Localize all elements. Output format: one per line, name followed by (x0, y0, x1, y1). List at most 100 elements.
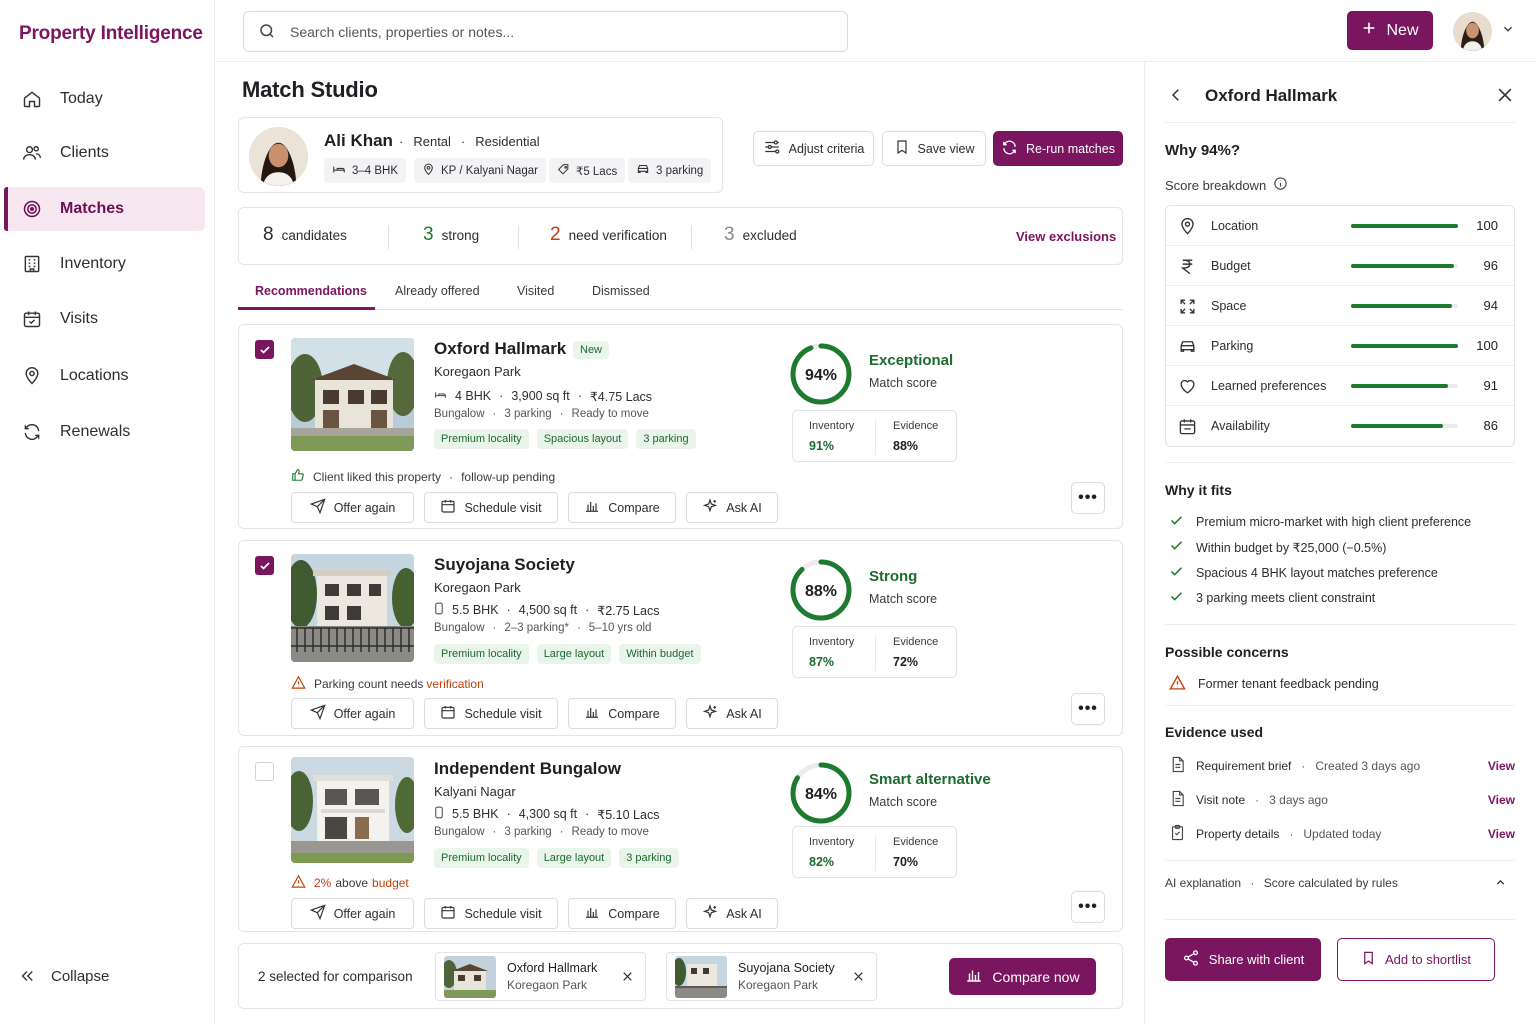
more-options-button[interactable]: ••• (1071, 891, 1105, 923)
tab-already-offered[interactable]: Already offered (395, 284, 480, 298)
sidebar-item-inventory[interactable]: Inventory (4, 242, 205, 286)
sidebar-item-matches[interactable]: Matches (4, 187, 205, 231)
calendar-icon (1178, 417, 1197, 436)
dot-separator: · (506, 603, 511, 617)
evidence-label: Evidence (893, 836, 939, 848)
match-score-sublabel: Match score (869, 592, 938, 606)
brand-logo[interactable]: Property Intelligence (19, 23, 203, 45)
score-details: Inventory 91% Evidence 88% (792, 410, 957, 462)
refresh-icon (21, 421, 43, 443)
share-icon (1182, 949, 1200, 970)
save-view-button[interactable]: Save view (882, 131, 986, 166)
select-checkbox[interactable] (255, 556, 274, 575)
property-photo[interactable] (291, 338, 414, 451)
offer-again-button[interactable]: Offer again (291, 492, 414, 523)
comparison-thumbnail (675, 956, 727, 998)
tab-visited[interactable]: Visited (517, 284, 554, 298)
double-chevron-left-icon (18, 966, 38, 986)
back-icon[interactable] (1167, 86, 1185, 109)
calendar-icon (440, 704, 456, 723)
offer-again-button[interactable]: Offer again (291, 698, 414, 729)
card-actions: Offer again Schedule visit Compare Ask A… (291, 492, 778, 523)
property-note: Client liked this property · follow-up pe… (291, 468, 555, 485)
match-card: Independent Bungalow Kalyani Nagar 5.5 B… (238, 746, 1123, 932)
compare-button[interactable]: Compare (568, 492, 676, 523)
compare-icon (584, 498, 600, 517)
ask-ai-button[interactable]: Ask AI (686, 698, 778, 729)
compare-button[interactable]: Compare (568, 698, 676, 729)
user-avatar[interactable] (1453, 12, 1492, 51)
add-to-shortlist-button[interactable]: Add to shortlist (1337, 938, 1495, 981)
tag: Large layout (536, 644, 612, 664)
view-link[interactable]: View (1488, 793, 1515, 807)
comparison-item-name: Suyojana Society (738, 961, 835, 975)
close-icon[interactable] (1495, 85, 1515, 110)
evidence-value: 88% (893, 439, 919, 453)
detail-kind: Bungalow (434, 622, 485, 634)
dot-separator: · (577, 389, 582, 403)
dot-separator: · (399, 134, 404, 149)
property-photo[interactable] (291, 554, 414, 662)
score-label: Parking (1211, 339, 1254, 353)
stat-excluded: 3 excluded (724, 224, 797, 246)
chip-parking: 3 parking (628, 158, 712, 183)
property-name[interactable]: Oxford Hallmark (434, 339, 566, 359)
rerun-matches-button[interactable]: Re-run matches (993, 131, 1123, 166)
new-button[interactable]: New (1347, 11, 1433, 50)
sidebar-item-today[interactable]: Today (4, 77, 205, 121)
schedule-visit-button[interactable]: Schedule visit (424, 492, 558, 523)
schedule-visit-button[interactable]: Schedule visit (424, 698, 558, 729)
collapse-button[interactable]: Collapse (18, 966, 109, 986)
view-link[interactable]: View (1488, 759, 1515, 773)
select-checkbox[interactable] (255, 340, 274, 359)
view-exclusions-link[interactable]: View exclusions (1016, 229, 1116, 244)
view-link[interactable]: View (1488, 827, 1515, 841)
home-icon (21, 88, 43, 110)
sidebar-item-renewals[interactable]: Renewals (4, 410, 205, 454)
adjust-criteria-button[interactable]: Adjust criteria (753, 131, 874, 166)
sidebar-item-label: Locations (60, 367, 129, 384)
action-label: Offer again (333, 500, 396, 515)
property-name[interactable]: Independent Bungalow (434, 759, 621, 779)
tab-recommendations[interactable]: Recommendations (255, 284, 367, 298)
ask-ai-button[interactable]: Ask AI (686, 898, 778, 929)
search-icon (258, 22, 278, 42)
property-details: Bungalow · 3 parking · Ready to move (434, 826, 649, 838)
ai-explanation-toggle[interactable]: AI explanation · Score calculated by rul… (1165, 876, 1515, 890)
evidence-meta: Created 3 days ago (1315, 759, 1421, 773)
sidebar-item-locations[interactable]: Locations (4, 354, 205, 398)
dot-separator: · (1255, 793, 1260, 807)
compare-button[interactable]: Compare (568, 898, 676, 929)
select-checkbox[interactable] (255, 762, 274, 781)
offer-again-button[interactable]: Offer again (291, 898, 414, 929)
close-icon[interactable] (852, 970, 866, 984)
search-input[interactable]: Search clients, properties or notes... (243, 11, 848, 52)
info-icon[interactable] (1273, 176, 1288, 194)
concern-text: Former tenant feedback pending (1198, 677, 1379, 691)
sidebar-item-visits[interactable]: Visits (4, 297, 205, 341)
ask-ai-button[interactable]: Ask AI (686, 492, 778, 523)
car-icon (1178, 337, 1197, 356)
more-options-button[interactable]: ••• (1071, 482, 1105, 514)
dot-separator: · (1289, 827, 1294, 841)
more-options-button[interactable]: ••• (1071, 693, 1105, 725)
chevron-down-icon[interactable] (1501, 22, 1515, 36)
share-with-client-button[interactable]: Share with client (1165, 938, 1321, 981)
sidebar-item-clients[interactable]: Clients (4, 131, 205, 175)
sparkle-icon (702, 904, 718, 923)
compare-now-button[interactable]: Compare now (949, 958, 1096, 995)
schedule-visit-button[interactable]: Schedule visit (424, 898, 558, 929)
property-name[interactable]: Suyojana Society (434, 555, 575, 575)
tab-dismissed[interactable]: Dismissed (592, 284, 650, 298)
evidence-meta: Updated today (1303, 827, 1382, 841)
close-icon[interactable] (621, 970, 635, 984)
note-percent: 2% (314, 876, 332, 890)
property-photo[interactable] (291, 757, 414, 863)
score-details: Inventory 82% Evidence 70% (792, 826, 957, 878)
score-bar (1351, 304, 1458, 308)
score-row-availability: Availability 86 (1166, 406, 1514, 446)
action-label: Schedule visit (464, 906, 542, 921)
action-label: Schedule visit (464, 500, 542, 515)
match-score-value: 84% (805, 786, 837, 803)
tag-icon (557, 163, 570, 179)
